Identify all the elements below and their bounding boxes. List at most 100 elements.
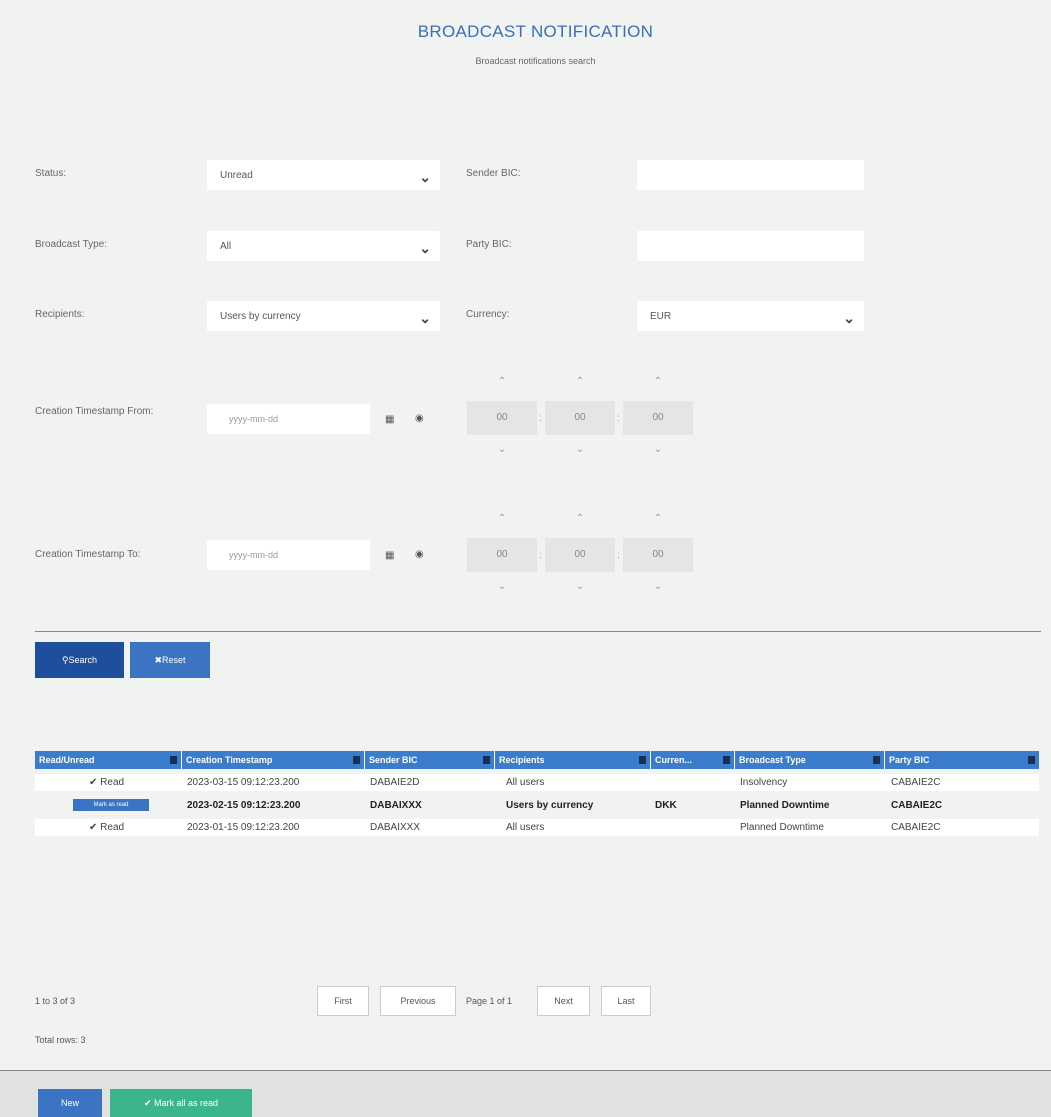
timestamp-from-minutes[interactable]: 00: [545, 401, 615, 435]
mark-as-read-button[interactable]: Mark as read: [73, 799, 149, 811]
chevron-down-icon: ⌄: [419, 169, 431, 185]
mark-all-as-read-button[interactable]: ✔ Mark all as read: [110, 1089, 252, 1117]
recipients-cell: Users by currency: [506, 800, 594, 811]
column-header-broadcast-type[interactable]: Broadcast Type: [735, 751, 885, 769]
page-title: BROADCAST NOTIFICATION: [417, 22, 654, 41]
broadcast-type-cell: Planned Downtime: [740, 822, 824, 833]
clock-icon[interactable]: ◉: [415, 413, 424, 424]
party-bic-label: Party BIC:: [466, 239, 512, 250]
sender-bic-label: Sender BIC:: [466, 168, 521, 179]
sender-bic-cell: DABAIXXX: [370, 822, 421, 833]
party-bic-cell: CABAIE2C: [891, 800, 943, 811]
timestamp-to-hours[interactable]: 00: [467, 538, 537, 572]
chevron-down-icon: ⌄: [419, 310, 431, 326]
calendar-icon[interactable]: ▦: [385, 414, 394, 425]
timestamp-cell: 2023-02-15 09:12:23.200: [187, 800, 301, 811]
minutes-up-icon[interactable]: ⌃: [545, 513, 615, 524]
sender-bic-input[interactable]: [637, 160, 864, 190]
status-select[interactable]: Unread ⌄: [207, 160, 440, 190]
clock-icon[interactable]: ◉: [415, 549, 424, 560]
party-bic-cell: CABAIE2C: [891, 822, 941, 833]
timestamp-to-minutes[interactable]: 00: [545, 538, 615, 572]
currency-label: Currency:: [466, 309, 510, 320]
column-header-creation-timestamp[interactable]: Creation Timestamp: [182, 751, 365, 769]
timestamp-from-hours[interactable]: 00: [467, 401, 537, 435]
column-menu-icon[interactable]: [1028, 756, 1035, 764]
recipients-select[interactable]: Users by currency ⌄: [207, 301, 440, 331]
column-menu-icon[interactable]: [873, 756, 880, 764]
time-separator: :: [617, 413, 620, 424]
seconds-down-icon[interactable]: ⌄: [623, 444, 693, 455]
column-menu-icon[interactable]: [639, 756, 646, 764]
last-page-button[interactable]: Last: [601, 986, 651, 1016]
broadcast-type-cell: Planned Downtime: [740, 800, 830, 811]
calendar-icon[interactable]: ▦: [385, 550, 394, 561]
sender-bic-cell: DABAIXXX: [370, 800, 422, 811]
recipients-cell: All users: [506, 777, 545, 788]
timestamp-to-seconds[interactable]: 00: [623, 538, 693, 572]
table-row[interactable]: ✔ Read 2023-03-15 09:12:23.200 DABAIE2D …: [35, 774, 1039, 791]
broadcast-type-select[interactable]: All ⌄: [207, 231, 440, 261]
reset-button[interactable]: ✖Reset: [130, 642, 210, 678]
recipients-cell: All users: [506, 822, 545, 833]
page-subtitle: Broadcast notifications search: [475, 56, 596, 66]
column-menu-icon[interactable]: [483, 756, 490, 764]
chevron-down-icon: ⌄: [843, 310, 855, 326]
pagination-range: 1 to 3 of 3: [35, 996, 76, 1006]
broadcast-type-select-value: All: [220, 241, 232, 252]
hours-down-icon[interactable]: ⌄: [467, 444, 537, 455]
seconds-up-icon[interactable]: ⌃: [623, 376, 693, 387]
column-menu-icon[interactable]: [723, 756, 730, 764]
currency-select-value: EUR: [650, 311, 672, 322]
first-page-button[interactable]: First: [317, 986, 369, 1016]
column-header-sender-bic[interactable]: Sender BIC: [365, 751, 495, 769]
timestamp-from-label: Creation Timestamp From:: [35, 406, 154, 417]
broadcast-type-cell: Insolvency: [740, 777, 788, 788]
table-row[interactable]: ✔ Read 2023-01-15 09:12:23.200 DABAIXXX …: [35, 819, 1039, 836]
minutes-down-icon[interactable]: ⌄: [545, 581, 615, 592]
read-status: ✔ Read: [89, 822, 125, 833]
minutes-down-icon[interactable]: ⌄: [545, 444, 615, 455]
currency-select[interactable]: EUR ⌄: [637, 301, 864, 331]
status-label: Status:: [35, 168, 67, 179]
broadcast-type-label: Broadcast Type:: [35, 239, 108, 250]
timestamp-from-seconds[interactable]: 00: [623, 401, 693, 435]
previous-page-button[interactable]: Previous: [380, 986, 456, 1016]
next-page-button[interactable]: Next: [537, 986, 590, 1016]
timestamp-cell: 2023-01-15 09:12:23.200: [187, 822, 300, 833]
total-rows: Total rows: 3: [35, 1035, 86, 1045]
status-select-value: Unread: [220, 170, 253, 181]
column-menu-icon[interactable]: [170, 756, 177, 764]
search-button[interactable]: ⚲Search: [35, 642, 124, 678]
divider: [35, 631, 1041, 632]
timestamp-from-date-input[interactable]: yyyy-mm-dd: [207, 404, 370, 434]
time-separator: :: [539, 550, 542, 561]
sender-bic-cell: DABAIE2D: [370, 777, 420, 788]
column-header-party-bic[interactable]: Party BIC: [885, 751, 1039, 769]
timestamp-to-date-input[interactable]: yyyy-mm-dd: [207, 540, 370, 570]
column-header-read-unread[interactable]: Read/Unread: [35, 751, 182, 769]
column-menu-icon[interactable]: [353, 756, 360, 764]
party-bic-input[interactable]: [637, 231, 864, 261]
minutes-up-icon[interactable]: ⌃: [545, 376, 615, 387]
check-icon: ✔: [143, 1098, 152, 1108]
seconds-down-icon[interactable]: ⌄: [623, 581, 693, 592]
timestamp-to-label: Creation Timestamp To:: [35, 549, 141, 560]
hours-up-icon[interactable]: ⌃: [467, 376, 537, 387]
chevron-down-icon: ⌄: [419, 240, 431, 256]
column-header-currency[interactable]: Curren...: [651, 751, 735, 769]
hours-down-icon[interactable]: ⌄: [467, 581, 537, 592]
new-button[interactable]: New: [38, 1089, 102, 1117]
currency-cell: DKK: [655, 800, 677, 811]
check-icon: ✔: [89, 822, 98, 833]
column-header-recipients[interactable]: Recipients: [495, 751, 651, 769]
read-status: ✔ Read: [89, 777, 125, 788]
grid-header: Read/Unread Creation Timestamp Sender BI…: [35, 751, 1039, 769]
party-bic-cell: CABAIE2C: [891, 777, 941, 788]
search-icon: ⚲: [61, 655, 69, 665]
recipients-select-value: Users by currency: [220, 311, 301, 322]
hours-up-icon[interactable]: ⌃: [467, 513, 537, 524]
table-row[interactable]: Mark as read 2023-02-15 09:12:23.200 DAB…: [35, 797, 1039, 814]
seconds-up-icon[interactable]: ⌃: [623, 513, 693, 524]
close-icon: ✖: [154, 655, 163, 665]
